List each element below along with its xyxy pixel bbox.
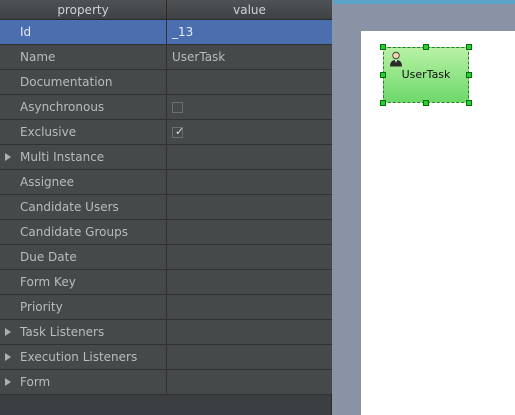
property-label: Id [0,20,167,44]
task-listeners-label: Task Listeners [20,325,105,339]
property-column-header[interactable]: property [0,0,167,19]
row-exclusive[interactable]: Exclusive ✓ [0,120,332,145]
id-value-field[interactable]: _13 [167,20,332,44]
properties-table: Id _13 Name UserTask Documentation Async… [0,20,332,395]
editor-tab-accent [333,0,515,4]
resize-handle-left[interactable] [380,72,386,78]
value-column-header[interactable]: value [167,0,332,19]
property-label: Multi Instance [0,145,167,169]
row-documentation[interactable]: Documentation [0,70,332,95]
assignee-value-field[interactable] [167,170,332,194]
user-icon [390,51,402,67]
property-label: Due Date [0,245,167,269]
checkmark-icon: ✓ [175,124,185,138]
resize-handle-bottom-right[interactable] [466,100,472,106]
multi-instance-label: Multi Instance [20,150,105,164]
due-date-value-field[interactable] [167,245,332,269]
name-value-field[interactable]: UserTask [167,45,332,69]
user-task-label: UserTask [401,68,451,81]
row-candidate-users[interactable]: Candidate Users [0,195,332,220]
execution-listeners-label: Execution Listeners [20,350,138,364]
property-label: Documentation [0,70,167,94]
row-task-listeners[interactable]: Task Listeners [0,320,332,345]
resize-handle-bottom[interactable] [423,100,429,106]
row-priority[interactable]: Priority [0,295,332,320]
properties-header: property value [0,0,332,20]
property-label: Task Listeners [0,320,167,344]
property-label: Execution Listeners [0,345,167,369]
resize-handle-top[interactable] [423,44,429,50]
task-listeners-value-field[interactable] [167,320,332,344]
asynchronous-checkbox[interactable] [172,101,183,113]
property-label: Name [0,45,167,69]
resize-handle-right[interactable] [466,72,472,78]
expand-arrow-icon[interactable] [5,153,11,161]
expand-arrow-icon[interactable] [5,328,11,336]
property-label: Exclusive [0,120,167,144]
priority-value-field[interactable] [167,295,332,319]
properties-panel: property value Id _13 Name UserTask Docu… [0,0,332,415]
property-label: Candidate Groups [0,220,167,244]
documentation-value-field[interactable] [167,70,332,94]
form-value-field[interactable] [167,370,332,394]
row-asynchronous[interactable]: Asynchronous [0,95,332,120]
row-multi-instance[interactable]: Multi Instance [0,145,332,170]
form-label: Form [20,375,51,389]
property-label: Form [0,370,167,394]
exclusive-checkbox[interactable]: ✓ [172,124,185,138]
property-label: Priority [0,295,167,319]
expand-arrow-icon[interactable] [5,353,11,361]
row-candidate-groups[interactable]: Candidate Groups [0,220,332,245]
property-label: Form Key [0,270,167,294]
candidate-groups-value-field[interactable] [167,220,332,244]
property-label: Asynchronous [0,95,167,119]
row-name[interactable]: Name UserTask [0,45,332,70]
row-due-date[interactable]: Due Date [0,245,332,270]
property-label: Assignee [0,170,167,194]
property-label: Candidate Users [0,195,167,219]
row-assignee[interactable]: Assignee [0,170,332,195]
row-form[interactable]: Form [0,370,332,395]
execution-listeners-value-field[interactable] [167,345,332,369]
expand-arrow-icon[interactable] [5,378,11,386]
asynchronous-value [167,95,332,119]
row-form-key[interactable]: Form Key [0,270,332,295]
resize-handle-top-right[interactable] [466,44,472,50]
row-id[interactable]: Id _13 [0,20,332,45]
form-key-value-field[interactable] [167,270,332,294]
row-execution-listeners[interactable]: Execution Listeners [0,345,332,370]
exclusive-value: ✓ [167,120,332,144]
resize-handle-top-left[interactable] [380,44,386,50]
multi-instance-value-field[interactable] [167,145,332,169]
resize-handle-bottom-left[interactable] [380,100,386,106]
candidate-users-value-field[interactable] [167,195,332,219]
